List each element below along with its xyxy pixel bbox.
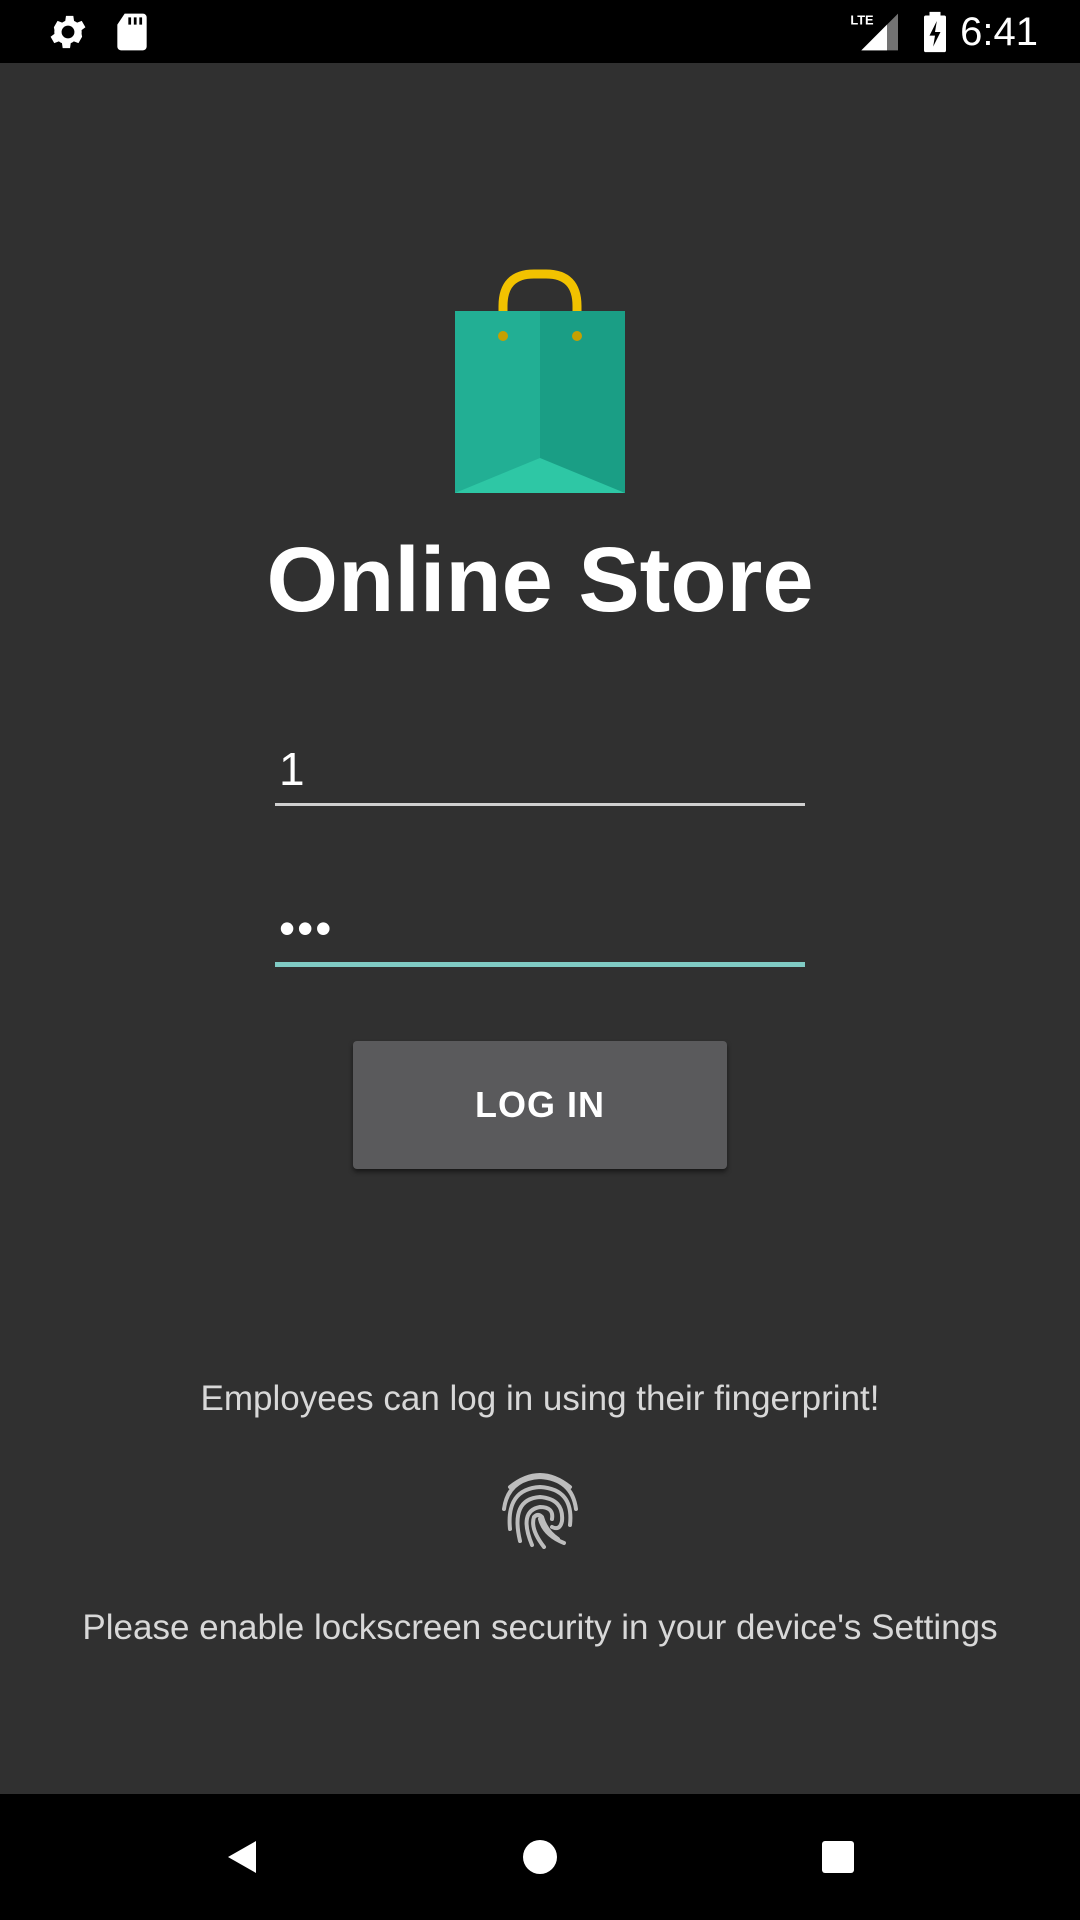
status-time: 6:41 — [960, 10, 1038, 54]
battery-charging-icon — [924, 11, 946, 53]
login-button[interactable]: LOG IN — [353, 1041, 727, 1169]
app-title: Online Store — [266, 529, 814, 631]
home-icon[interactable] — [510, 1827, 570, 1887]
fingerprint-message: Employees can log in using their fingerp… — [200, 1379, 880, 1418]
navigation-bar — [0, 1794, 1080, 1920]
login-screen: LTE 6:41 Online Store 1 ••• LOG IN Emplo… — [0, 0, 1080, 1920]
fingerprint-icon[interactable] — [500, 1465, 580, 1549]
recents-icon[interactable] — [808, 1827, 868, 1887]
shopping-bag-icon — [455, 269, 625, 493]
password-field[interactable]: ••• — [275, 895, 805, 967]
sd-card-icon — [117, 13, 147, 51]
network-label: LTE — [850, 13, 874, 28]
username-field[interactable]: 1 — [275, 740, 805, 806]
lockscreen-message: Please enable lockscreen security in you… — [82, 1608, 998, 1647]
password-value: ••• — [279, 902, 334, 954]
lte-signal-icon: LTE — [850, 13, 898, 51]
username-value: 1 — [279, 743, 305, 795]
status-bar: LTE 6:41 — [0, 0, 1080, 63]
settings-icon — [50, 15, 86, 49]
back-icon[interactable] — [212, 1827, 272, 1887]
